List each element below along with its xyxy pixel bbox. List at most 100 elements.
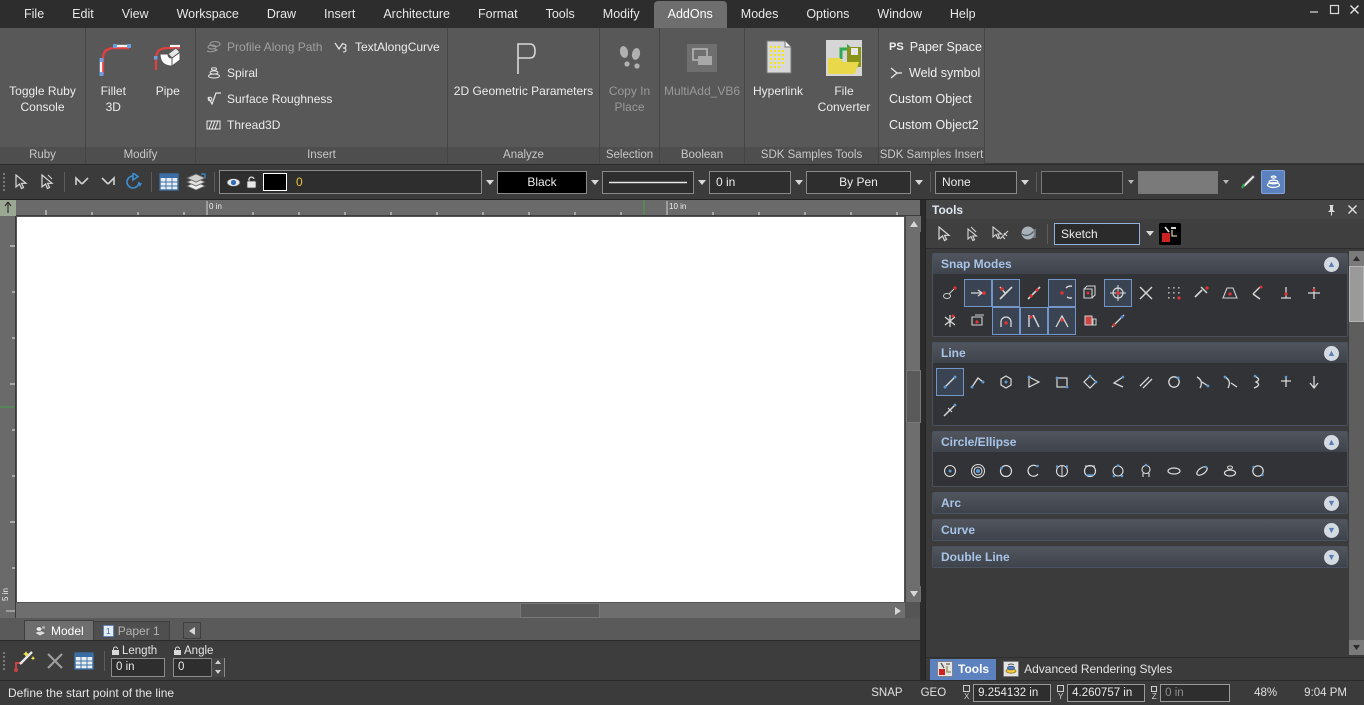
- polygon-center-icon[interactable]: [992, 368, 1020, 396]
- chevron-up-icon[interactable]: ▲: [1324, 434, 1339, 450]
- panel-header-curve[interactable]: Curve ▼: [933, 520, 1347, 540]
- geometric-parameters-button[interactable]: 2D Geometric Parameters: [448, 28, 599, 147]
- maximize-icon[interactable]: [1329, 4, 1340, 15]
- scroll-down-icon[interactable]: [906, 586, 921, 602]
- arrow-cross-icon[interactable]: [987, 221, 1013, 247]
- layers-table-icon[interactable]: [156, 169, 182, 195]
- file-converter-button[interactable]: File Converter: [811, 28, 877, 147]
- toolbar-grip[interactable]: [0, 170, 8, 194]
- lock-icon[interactable]: [173, 646, 182, 656]
- hyperlink-button[interactable]: Hyperlink: [745, 28, 811, 147]
- menu-addons[interactable]: AddOns: [653, 1, 727, 28]
- sketch-line-icon[interactable]: [936, 396, 964, 424]
- snap-grid-icon[interactable]: [1160, 279, 1188, 307]
- snap-endpoint-icon[interactable]: [964, 279, 992, 307]
- status-geo[interactable]: GEO: [912, 687, 956, 699]
- menu-options[interactable]: Options: [792, 0, 863, 28]
- status-snap[interactable]: SNAP: [862, 687, 911, 699]
- color-combo-dropdown[interactable]: [587, 171, 602, 194]
- close-icon[interactable]: [1349, 4, 1360, 15]
- pipe-button[interactable]: Pipe: [141, 28, 196, 147]
- multiadd-vb6-button[interactable]: MultiAdd_VB6: [660, 28, 744, 147]
- dock-scroll-down-icon[interactable]: [1349, 640, 1364, 655]
- layer-combo-dropdown[interactable]: [482, 171, 497, 194]
- cmdbar-grip[interactable]: [0, 649, 8, 673]
- menu-help[interactable]: Help: [936, 0, 990, 28]
- ellipse-icon[interactable]: [1160, 457, 1188, 485]
- snap-star-icon[interactable]: [936, 307, 964, 335]
- lineweight-combo[interactable]: 0 in: [709, 170, 791, 194]
- menu-edit[interactable]: Edit: [58, 0, 108, 28]
- chevron-down-icon[interactable]: ▼: [1324, 522, 1339, 538]
- concentric-circle-icon[interactable]: [964, 457, 992, 485]
- panel-header-snap-modes[interactable]: Snap Modes ▲: [933, 254, 1347, 274]
- parallel-line-icon[interactable]: [1132, 368, 1160, 396]
- horizontal-ruler[interactable]: 0 in 10 in: [16, 200, 920, 216]
- weld-symbol-button[interactable]: Weld symbol: [883, 60, 980, 86]
- snap-apex-icon[interactable]: [1048, 307, 1076, 335]
- cancel-icon[interactable]: [42, 648, 68, 674]
- linetype-combo-dropdown[interactable]: [694, 171, 709, 194]
- lineweight-combo-dropdown[interactable]: [791, 171, 806, 194]
- pin-icon[interactable]: [1326, 204, 1337, 216]
- snap-face-icon[interactable]: [1076, 307, 1104, 335]
- canvas-white-sheet[interactable]: [17, 217, 904, 602]
- textstyle-combo[interactable]: [1041, 170, 1123, 194]
- menu-window[interactable]: Window: [863, 0, 935, 28]
- menu-view[interactable]: View: [108, 0, 163, 28]
- circle-center-icon[interactable]: [936, 457, 964, 485]
- canvas-vscrollbar[interactable]: [905, 216, 921, 602]
- sphere-icon[interactable]: [1015, 221, 1041, 247]
- snap-center-icon[interactable]: [1048, 279, 1076, 307]
- panel-header-line[interactable]: Line ▲: [933, 343, 1347, 363]
- hatch-combo[interactable]: None: [935, 170, 1017, 194]
- extra-combo[interactable]: [1138, 170, 1218, 194]
- chevron-down-icon[interactable]: ▼: [1324, 549, 1339, 565]
- length-input[interactable]: 0 in: [111, 657, 165, 677]
- angle-input[interactable]: 0: [173, 657, 211, 677]
- snap-node-icon[interactable]: [1300, 279, 1328, 307]
- menu-tools[interactable]: Tools: [532, 0, 589, 28]
- snap-tangent-icon[interactable]: [1244, 279, 1272, 307]
- pen-icon[interactable]: [1235, 169, 1261, 195]
- profile-along-path-button[interactable]: Profile Along Path: [200, 34, 328, 60]
- chevron-up-icon[interactable]: ▲: [1324, 256, 1339, 272]
- dock-scroll-thumb[interactable]: [1349, 266, 1364, 322]
- arrow-vertex-icon[interactable]: [959, 221, 985, 247]
- scroll-up-icon[interactable]: [906, 216, 921, 232]
- prev-tab-icon[interactable]: [182, 622, 201, 639]
- circle-tangent-icon[interactable]: [1076, 457, 1104, 485]
- dock-scroll-up-icon[interactable]: [1349, 251, 1364, 266]
- circle-3tangent-icon[interactable]: [1104, 457, 1132, 485]
- vscroll-thumb[interactable]: [906, 370, 921, 423]
- menu-modes[interactable]: Modes: [727, 0, 793, 28]
- tangent-line2-icon[interactable]: [1216, 368, 1244, 396]
- curve-line-icon[interactable]: [1244, 368, 1272, 396]
- menu-architecture[interactable]: Architecture: [369, 0, 464, 28]
- snap-corner-icon[interactable]: [1020, 307, 1048, 335]
- paper-space-button[interactable]: PS Paper Space: [883, 34, 982, 60]
- tab-model[interactable]: Model: [24, 620, 94, 640]
- dock-tab-advanced-rendering-styles[interactable]: Advanced Rendering Styles: [996, 659, 1179, 680]
- select-icon[interactable]: [8, 169, 34, 195]
- copy-in-place-button[interactable]: Copy In Place: [600, 28, 659, 147]
- snap-nearest-icon[interactable]: [1188, 279, 1216, 307]
- custom-object2-button[interactable]: Custom Object2: [883, 112, 980, 138]
- panel-header-circle-ellipse[interactable]: Circle/Ellipse ▲: [933, 432, 1347, 452]
- spinner-down-icon[interactable]: [212, 667, 224, 677]
- sketch-mode-dropdown[interactable]: [1142, 222, 1157, 245]
- color-combo[interactable]: Black: [497, 170, 587, 194]
- close-icon[interactable]: [1347, 204, 1358, 215]
- chevron-up-icon[interactable]: ▲: [1324, 345, 1339, 361]
- zoom-level[interactable]: 48%: [1236, 687, 1295, 699]
- tangent-line-icon[interactable]: [1188, 368, 1216, 396]
- cross-line-icon[interactable]: [1272, 368, 1300, 396]
- menu-workspace[interactable]: Workspace: [163, 0, 253, 28]
- hscroll-thumb[interactable]: [520, 603, 600, 618]
- custom-object-button[interactable]: Custom Object: [883, 86, 980, 112]
- menu-format[interactable]: Format: [464, 0, 532, 28]
- minimize-icon[interactable]: [1309, 4, 1320, 15]
- thread3d-button[interactable]: Thread3D: [200, 112, 443, 138]
- snap-intersection-icon[interactable]: [1132, 279, 1160, 307]
- linestyle-combo-dropdown[interactable]: [911, 171, 926, 194]
